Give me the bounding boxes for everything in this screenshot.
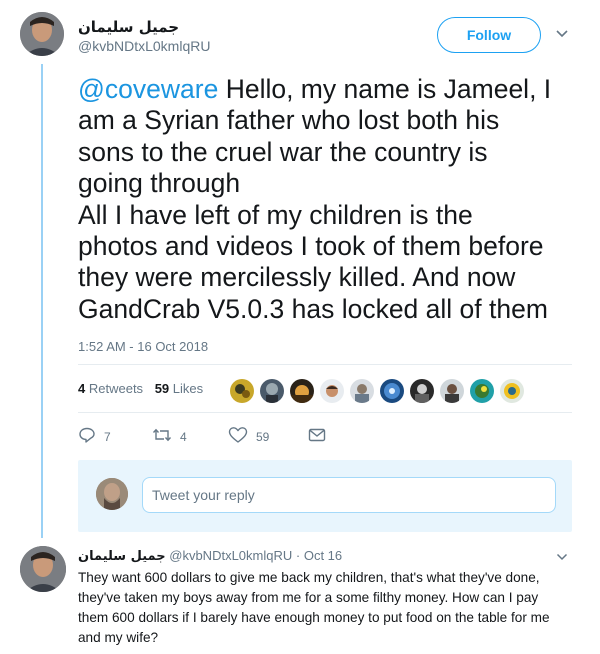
tweet-text-line: sons to the cruel war the country is (78, 136, 488, 167)
tweet-text: @coveware Hello, my name is Jameel, I am… (78, 74, 578, 325)
divider (78, 364, 572, 365)
reply-text-line: and my wife? (78, 630, 159, 645)
mention-link[interactable]: @coveware (78, 74, 218, 104)
liker-avatar[interactable] (378, 377, 406, 405)
author-avatar[interactable] (20, 12, 64, 56)
tweet-text-line: All I have left of my children is the (78, 199, 473, 230)
like-count: 59 (256, 429, 270, 444)
reply-text-line: they've taken my boys away from me for a… (78, 590, 539, 605)
divider (78, 412, 572, 413)
current-user-avatar (96, 478, 128, 510)
reply-input[interactable] (142, 477, 556, 513)
reply-meta: جميل سليمان @kvbNDtxL0kmlqRU · Oct 16 (78, 548, 342, 564)
liker-avatar[interactable] (228, 377, 256, 405)
tweet-header: جميل سليمان @kvbNDtxL0kmlqRU Follow (20, 12, 580, 62)
liker-avatar[interactable] (468, 377, 496, 405)
retweet-action[interactable]: 4 (152, 426, 228, 447)
tweet-text-line: @coveware Hello, my name is Jameel, I (78, 74, 552, 104)
reply-date[interactable]: Oct 16 (304, 548, 342, 563)
tweet-text-line: am a Syrian father who lost both his (78, 105, 500, 136)
direct-message-action[interactable] (308, 427, 334, 446)
reply-text: They want 600 dollars to give me back my… (78, 568, 578, 648)
tweet-text-line: going through (78, 168, 241, 199)
reply-author-avatar[interactable] (20, 546, 66, 592)
liker-avatar[interactable] (318, 377, 346, 405)
heart-icon (228, 426, 256, 447)
likers-list (228, 377, 528, 405)
reply-count: 7 (104, 429, 111, 444)
reply-action[interactable]: 7 (78, 426, 152, 447)
likes-stat[interactable]: 59 Likes (155, 381, 203, 396)
like-action[interactable]: 59 (228, 426, 308, 447)
tweet-text-line: photos and videos I took of them before (78, 231, 544, 262)
retweets-stat[interactable]: 4 Retweets (78, 381, 143, 396)
tweet-text-line: GandCrab V5.0.3 has locked all of them (78, 293, 548, 324)
liker-avatar[interactable] (348, 377, 376, 405)
liker-avatar[interactable] (408, 377, 436, 405)
tweet-stats: 4 Retweets 59 Likes (78, 381, 211, 396)
tweet-timestamp[interactable]: 1:52 AM - 16 Oct 2018 (78, 339, 208, 354)
liker-avatar[interactable] (258, 377, 286, 405)
chevron-down-icon[interactable] (554, 26, 570, 42)
follow-button[interactable]: Follow (437, 17, 541, 53)
liker-avatar[interactable] (498, 377, 526, 405)
liker-avatar[interactable] (438, 377, 466, 405)
reply-text-line: them 600 dollars if I barely have enough… (78, 610, 550, 625)
reply-composer (78, 460, 572, 532)
author-handle[interactable]: @kvbNDtxL0kmlqRU (78, 38, 210, 54)
reply-author-name[interactable]: جميل سليمان (78, 549, 166, 564)
thread-line (41, 64, 43, 538)
envelope-icon (308, 427, 334, 446)
author-name[interactable]: جميل سليمان (78, 18, 179, 36)
reply-author-handle[interactable]: @kvbNDtxL0kmlqRU (169, 548, 292, 563)
chevron-down-icon[interactable] (555, 550, 569, 564)
retweet-icon (152, 426, 180, 447)
retweet-count: 4 (180, 429, 187, 444)
reply-text-line: They want 600 dollars to give me back my… (78, 570, 540, 585)
liker-avatar[interactable] (288, 377, 316, 405)
meta-separator: · (295, 548, 301, 563)
reply-icon (78, 426, 104, 447)
tweet-text-line: they were mercilessly killed. And now (78, 262, 516, 293)
tweet-actions: 7 4 59 (78, 426, 334, 447)
